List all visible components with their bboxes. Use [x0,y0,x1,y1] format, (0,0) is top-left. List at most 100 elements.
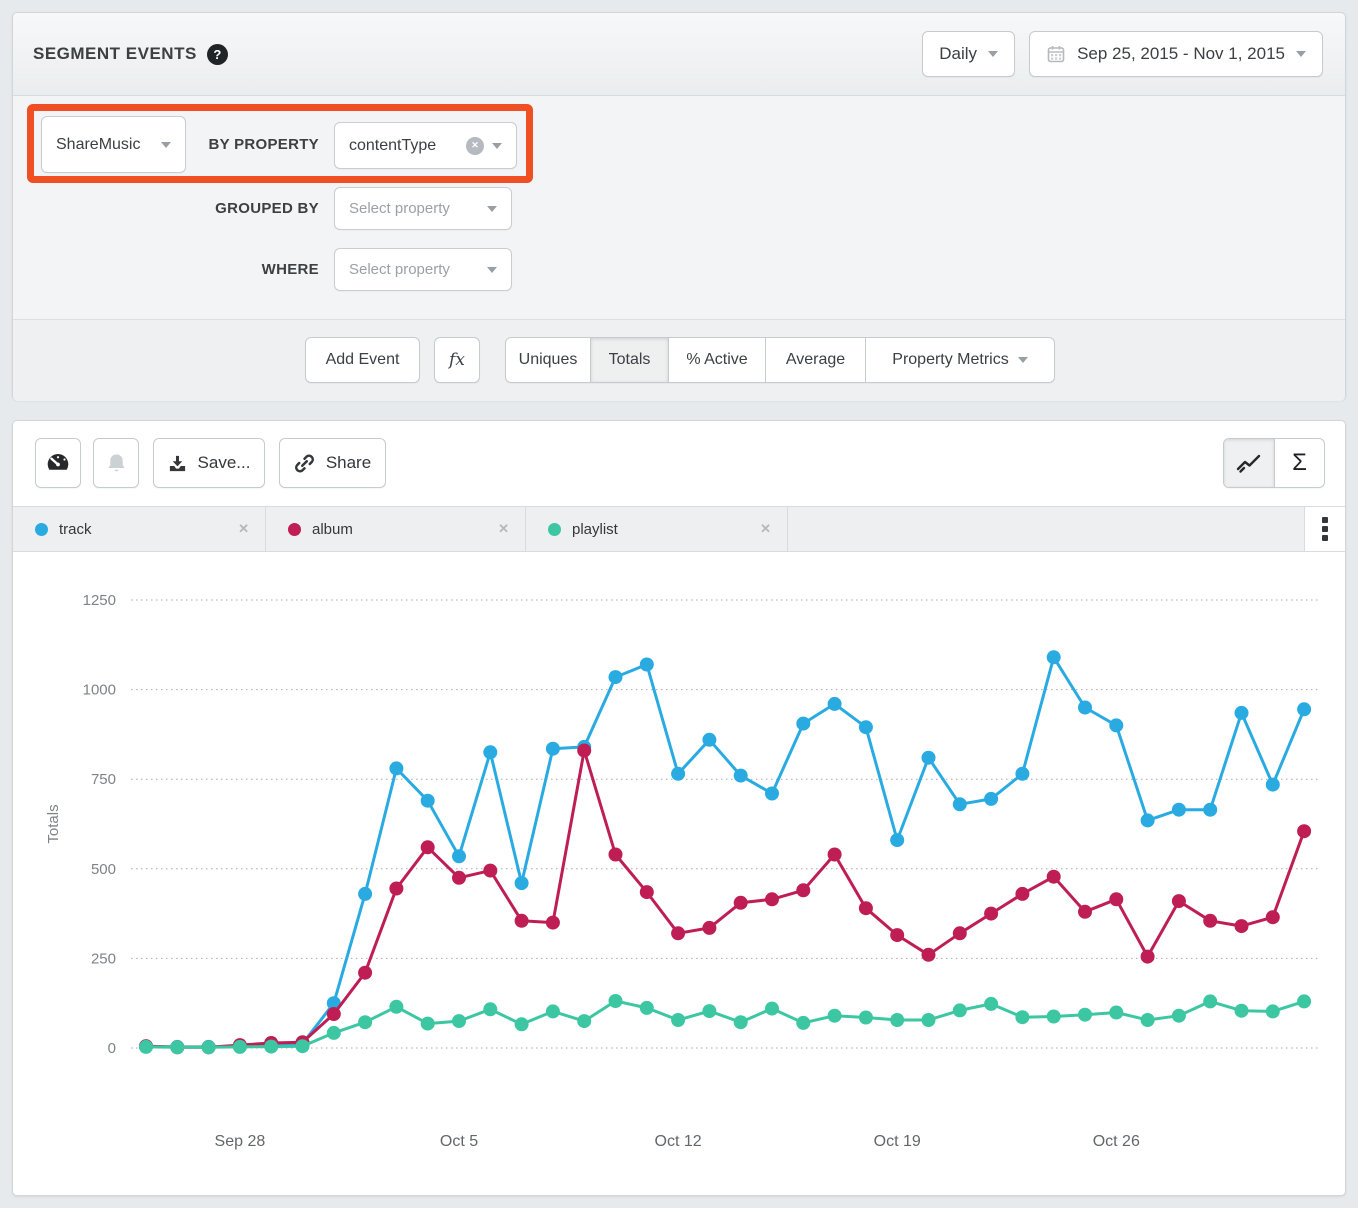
data-point-playlist[interactable] [1266,1004,1280,1018]
data-point-album[interactable] [922,948,936,962]
save-button[interactable]: Save... [153,438,265,488]
legend-tab-album[interactable]: album ✕ [266,507,526,551]
data-point-album[interactable] [640,885,654,899]
data-point-track[interactable] [358,887,372,901]
data-point-track[interactable] [922,751,936,765]
line-chart-toggle[interactable] [1224,439,1274,487]
data-point-album[interactable] [734,896,748,910]
data-point-playlist[interactable] [859,1011,873,1025]
data-point-track[interactable] [1109,718,1123,732]
data-point-album[interactable] [358,966,372,980]
data-point-album[interactable] [702,921,716,935]
data-point-track[interactable] [609,670,623,684]
interval-dropdown[interactable]: Daily [922,31,1015,77]
share-button[interactable]: Share [279,438,386,488]
data-point-album[interactable] [327,1007,341,1021]
formula-button[interactable]: fx [434,337,480,383]
data-point-track[interactable] [734,769,748,783]
data-point-album[interactable] [1297,824,1311,838]
tab-totals[interactable]: Totals [591,337,669,383]
data-point-playlist[interactable] [671,1013,685,1027]
chart-options-menu[interactable] [1304,507,1345,551]
data-point-track[interactable] [671,767,685,781]
dashboard-gauge-button[interactable] [35,438,81,488]
data-point-track[interactable] [389,761,403,775]
data-point-album[interactable] [828,848,842,862]
data-point-playlist[interactable] [922,1013,936,1027]
data-point-track[interactable] [828,697,842,711]
data-point-playlist[interactable] [1235,1004,1249,1018]
data-point-playlist[interactable] [170,1040,184,1054]
tab-uniques[interactable]: Uniques [505,337,591,383]
data-point-playlist[interactable] [1015,1010,1029,1024]
tab-percent-active[interactable]: % Active [669,337,766,383]
data-point-track[interactable] [1141,813,1155,827]
data-point-playlist[interactable] [1141,1013,1155,1027]
data-point-album[interactable] [546,916,560,930]
data-point-album[interactable] [796,883,810,897]
data-point-playlist[interactable] [577,1014,591,1028]
data-point-track[interactable] [953,797,967,811]
data-point-album[interactable] [1266,910,1280,924]
data-point-track[interactable] [984,792,998,806]
data-point-track[interactable] [546,742,560,756]
by-property-dropdown[interactable]: contentType ✕ [334,122,517,169]
data-point-playlist[interactable] [796,1016,810,1030]
data-point-playlist[interactable] [1047,1010,1061,1024]
data-point-album[interactable] [1109,892,1123,906]
data-point-track[interactable] [1235,706,1249,720]
data-point-playlist[interactable] [765,1002,779,1016]
data-point-track[interactable] [1015,767,1029,781]
data-point-track[interactable] [483,745,497,759]
data-point-playlist[interactable] [734,1015,748,1029]
data-point-playlist[interactable] [828,1009,842,1023]
where-dropdown[interactable]: Select property [334,248,512,291]
legend-tab-playlist[interactable]: playlist ✕ [526,507,788,551]
data-point-track[interactable] [1078,701,1092,715]
data-point-album[interactable] [953,926,967,940]
data-point-playlist[interactable] [1172,1009,1186,1023]
data-point-playlist[interactable] [233,1040,247,1054]
data-point-album[interactable] [859,901,873,915]
close-icon[interactable]: ✕ [214,521,249,537]
data-point-playlist[interactable] [452,1014,466,1028]
data-point-album[interactable] [1078,905,1092,919]
data-point-album[interactable] [452,871,466,885]
data-point-playlist[interactable] [702,1004,716,1018]
data-point-track[interactable] [515,876,529,890]
alert-bell-button[interactable] [93,438,139,488]
close-icon[interactable]: ✕ [474,521,509,537]
data-point-track[interactable] [1297,702,1311,716]
help-icon[interactable]: ? [207,44,228,65]
tab-average[interactable]: Average [766,337,866,383]
data-point-playlist[interactable] [890,1013,904,1027]
add-event-button[interactable]: Add Event [305,337,420,383]
event-dropdown[interactable]: ShareMusic [41,116,186,173]
data-point-track[interactable] [890,833,904,847]
data-point-playlist[interactable] [515,1017,529,1031]
data-point-album[interactable] [515,914,529,928]
data-point-playlist[interactable] [640,1001,654,1015]
data-point-playlist[interactable] [1078,1008,1092,1022]
data-point-playlist[interactable] [389,1000,403,1014]
close-icon[interactable]: ✕ [736,521,771,537]
data-point-playlist[interactable] [984,997,998,1011]
data-point-album[interactable] [421,840,435,854]
data-point-track[interactable] [452,849,466,863]
sigma-toggle[interactable]: Σ [1274,439,1324,487]
data-point-album[interactable] [483,864,497,878]
grouped-by-dropdown[interactable]: Select property [334,187,512,230]
data-point-album[interactable] [609,848,623,862]
data-point-album[interactable] [389,882,403,896]
data-point-track[interactable] [859,720,873,734]
data-point-playlist[interactable] [358,1015,372,1029]
data-point-playlist[interactable] [1297,994,1311,1008]
data-point-album[interactable] [671,926,685,940]
data-point-album[interactable] [1203,914,1217,928]
data-point-playlist[interactable] [953,1003,967,1017]
data-point-playlist[interactable] [296,1039,310,1053]
data-point-track[interactable] [765,787,779,801]
data-point-track[interactable] [640,658,654,672]
legend-tab-track[interactable]: track ✕ [13,507,266,551]
data-point-playlist[interactable] [1203,994,1217,1008]
